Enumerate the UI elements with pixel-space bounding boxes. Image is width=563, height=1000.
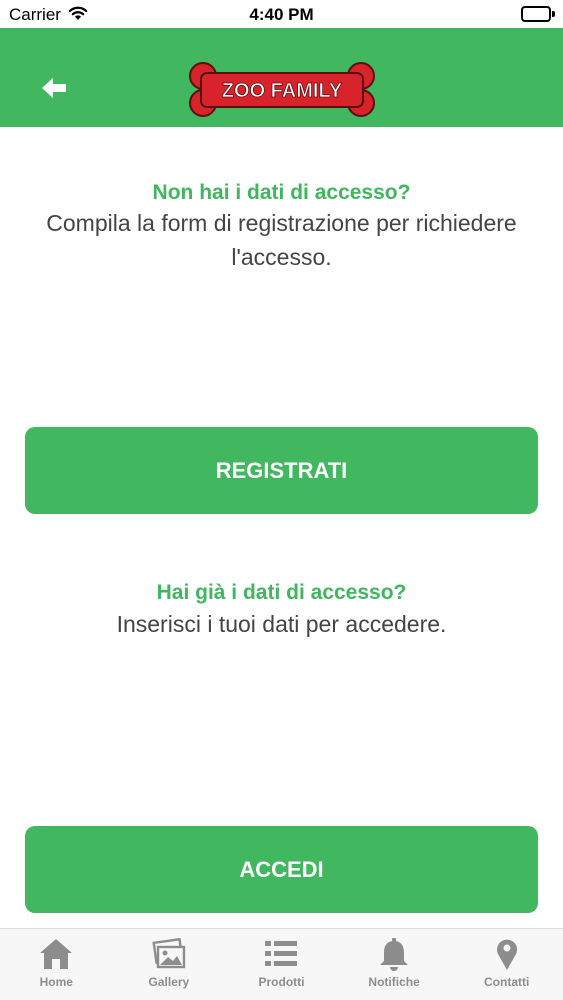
register-title: Non hai i dati di accesso? (152, 181, 411, 204)
tab-home[interactable]: Home (0, 929, 113, 1000)
tab-contatti[interactable]: Contatti (450, 929, 563, 1000)
tab-notifiche[interactable]: Notifiche (338, 929, 451, 1000)
login-description: Inserisci i tuoi dati per accedere. (116, 611, 447, 637)
login-button[interactable]: ACCEDI (25, 826, 538, 913)
tab-bar: Home Gallery Prodotti Notifiche Contatti (0, 928, 563, 1000)
back-button[interactable] (34, 68, 74, 108)
tab-label-contatti: Contatti (484, 975, 530, 989)
tab-label-home: Home (39, 975, 73, 989)
tab-label-notifiche: Notifiche (368, 975, 420, 989)
map-pin-icon (496, 939, 517, 970)
home-icon (40, 939, 73, 969)
list-icon (265, 941, 298, 966)
register-description: Compila la form di registrazione per ric… (46, 210, 517, 270)
tab-label-gallery: Gallery (148, 975, 190, 989)
bell-icon (380, 938, 409, 971)
tab-label-prodotti: Prodotti (258, 975, 305, 989)
tab-prodotti[interactable]: Prodotti (225, 929, 338, 1000)
register-button[interactable]: REGISTRATI (25, 427, 538, 514)
clock-label: 4:40 PM (249, 5, 314, 24)
login-title: Hai già i dati di accesso? (156, 581, 407, 604)
tab-gallery[interactable]: Gallery (113, 929, 226, 1000)
logo-text: ZOO FAMILY (222, 80, 343, 102)
arrow-left-icon (42, 78, 66, 98)
gallery-icon (152, 937, 186, 969)
zoo-family-logo: ZOO FAMILY (187, 62, 377, 118)
status-bar: Carrier 4:40 PM (0, 0, 563, 28)
battery-icon (521, 6, 555, 22)
app-header: ZOO FAMILY (0, 28, 563, 127)
